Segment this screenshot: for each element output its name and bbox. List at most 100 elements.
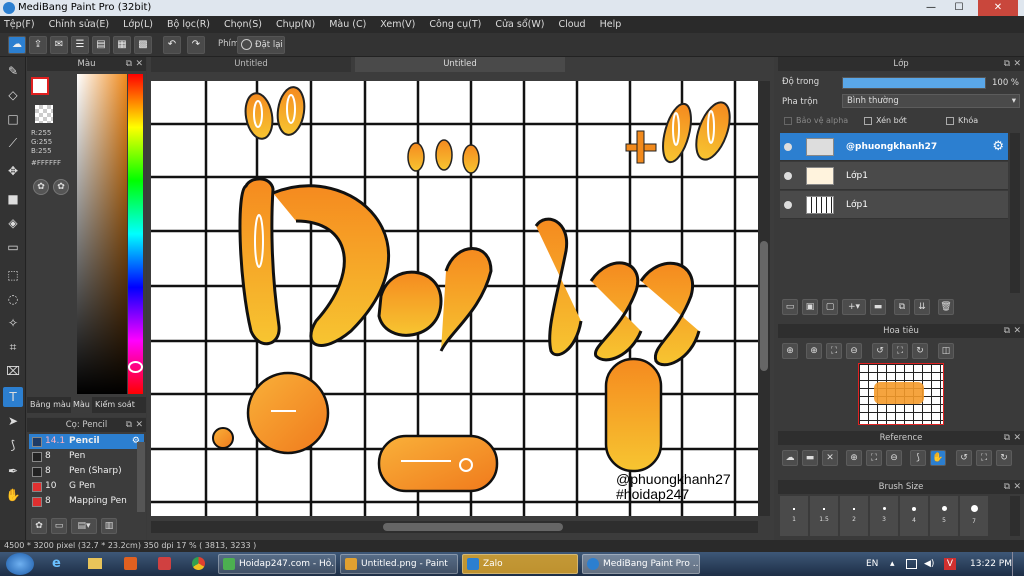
menu-view[interactable]: Xem(V) <box>380 16 415 33</box>
zoom-out-icon[interactable]: ⊖ <box>886 450 902 466</box>
close-reference-icon[interactable]: ✕ <box>822 450 838 466</box>
layer-row[interactable]: Lớp1 <box>780 162 1008 190</box>
select-eraser-tool-icon[interactable]: ⌧ <box>3 361 23 381</box>
show-desktop-button[interactable] <box>1012 552 1024 576</box>
eyedropper-icon[interactable]: ⟆ <box>910 450 926 466</box>
menu-tools[interactable]: Công cụ(T) <box>429 16 481 33</box>
cloud-open-icon[interactable]: ☁ <box>782 450 798 466</box>
menu-color[interactable]: Màu (C) <box>329 16 366 33</box>
close-panel-icon[interactable]: ✕ <box>1013 324 1021 338</box>
ie-icon[interactable]: e <box>52 556 61 571</box>
maximize-button[interactable]: ☐ <box>946 0 972 16</box>
gradient-tool-icon[interactable]: ▭ <box>3 237 23 257</box>
volume-icon[interactable]: ◀) <box>924 552 934 576</box>
blend-mode-select[interactable]: Bình thường ▾ <box>842 94 1020 108</box>
lock-checkbox[interactable] <box>946 117 954 125</box>
hue-slider-handle[interactable] <box>128 361 143 373</box>
zoom-in-icon[interactable]: ⊕ <box>846 450 862 466</box>
layer-row[interactable]: Lớp1 <box>780 191 1008 219</box>
menu-file[interactable]: Tệp(F) <box>4 16 35 33</box>
new-1bit-layer-icon[interactable]: ▢ <box>822 299 838 315</box>
brush-menu-icon[interactable]: ▤▾ <box>71 518 97 534</box>
undo-icon[interactable]: ↶ <box>163 36 181 54</box>
menu-layer[interactable]: Lớp(L) <box>123 16 153 33</box>
shape-tool-icon[interactable]: □ <box>3 109 23 129</box>
popout-icon[interactable]: ⧉ <box>1004 57 1010 71</box>
text-tool-icon[interactable]: T <box>3 387 23 407</box>
gear-icon[interactable]: ⚙ <box>992 139 1004 154</box>
fit-icon[interactable]: ⛶ <box>826 343 842 359</box>
protect-alpha-checkbox[interactable] <box>784 117 792 125</box>
redo-icon[interactable]: ↷ <box>187 36 205 54</box>
share-icon[interactable]: ⇪ <box>29 36 47 54</box>
document-icon[interactable]: ▤ <box>92 36 110 54</box>
duplicate-layer-icon[interactable]: ⧉ <box>894 299 910 315</box>
doc-tab-1[interactable]: Untitled <box>151 57 351 72</box>
brush-size-cell[interactable]: 4 <box>900 496 928 536</box>
popout-icon[interactable]: ⧉ <box>1004 324 1010 338</box>
close-panel-icon[interactable]: ✕ <box>135 57 143 71</box>
reset-view-icon[interactable]: ⛶ <box>892 343 908 359</box>
eraser-tool-icon[interactable]: ◇ <box>3 85 23 105</box>
reset-button[interactable]: Đặt lại <box>237 36 285 54</box>
hand-tool-icon[interactable]: ✋ <box>3 485 23 505</box>
brush-item[interactable]: 8 Mapping Pen <box>29 494 144 509</box>
folder-icon[interactable]: ▬ <box>870 299 886 315</box>
new-halftone-layer-icon[interactable]: ▣ <box>802 299 818 315</box>
task-paint[interactable]: Untitled.png - Paint <box>340 554 458 574</box>
brush-list-scrollbar[interactable] <box>137 442 145 512</box>
select-rect-tool-icon[interactable]: ⬚ <box>3 265 23 285</box>
chat-icon[interactable]: ☰ <box>71 36 89 54</box>
antivirus-icon[interactable]: V <box>944 558 956 570</box>
foreground-color-swatch[interactable] <box>31 77 49 95</box>
brush-size-scrollbar[interactable] <box>1010 496 1020 536</box>
hand-icon[interactable]: ✋ <box>930 450 946 466</box>
brush-item[interactable]: 8 Pen <box>29 449 144 464</box>
popout-icon[interactable]: ⧉ <box>1004 480 1010 494</box>
background-color-swatch[interactable] <box>35 105 53 123</box>
pen-tool-icon[interactable]: ✒ <box>3 461 23 481</box>
brush-add-icon[interactable]: ✿ <box>31 518 47 534</box>
close-panel-icon[interactable]: ✕ <box>135 418 143 432</box>
drawing-canvas[interactable]: @phuongkhanh27 #hoidap247 <box>151 81 758 516</box>
fit-icon[interactable]: ⛶ <box>866 450 882 466</box>
horizontal-scrollbar[interactable] <box>151 521 758 533</box>
cloud-icon[interactable]: ☁ <box>8 36 26 54</box>
delete-layer-icon[interactable]: 🗑 <box>938 299 954 315</box>
task-hoidap[interactable]: Hoidap247.com - Hỏ... <box>218 554 336 574</box>
operation-tool-icon[interactable]: ➤ <box>3 411 23 431</box>
close-panel-icon[interactable]: ✕ <box>1013 431 1021 445</box>
app-icon[interactable] <box>158 557 171 570</box>
task-medibang[interactable]: MediBang Paint Pro ... <box>582 554 700 574</box>
palette-add-icon[interactable]: ✿ <box>53 179 69 195</box>
media-icon[interactable] <box>124 557 137 570</box>
close-button[interactable]: ✕ <box>978 0 1018 16</box>
zoom-in-icon[interactable]: ⊕ <box>782 343 798 359</box>
fill-rect-tool-icon[interactable]: ■ <box>3 189 23 209</box>
merge-layer-icon[interactable]: ⇊ <box>914 299 930 315</box>
grid-list-icon[interactable]: ▦ <box>113 36 131 54</box>
flip-icon[interactable]: ◫ <box>938 343 954 359</box>
minimize-button[interactable]: — <box>918 0 944 16</box>
reset-view-icon[interactable]: ⛶ <box>976 450 992 466</box>
add-layer-menu-icon[interactable]: +▾ <box>842 299 866 315</box>
visibility-icon[interactable] <box>784 143 792 151</box>
line-tool-icon[interactable]: ⟋ <box>3 133 23 153</box>
start-button[interactable] <box>6 553 34 575</box>
explorer-icon[interactable] <box>88 558 102 569</box>
tab-palette[interactable]: Bảng màu <box>30 397 71 413</box>
hue-slider[interactable] <box>128 74 143 394</box>
brush-item[interactable]: 8 Pen (Sharp) <box>29 464 144 479</box>
vertical-scrollbar[interactable] <box>758 81 770 516</box>
brush-size-cell[interactable]: 1.5 <box>810 496 838 536</box>
brush-item[interactable]: 14.1 Pencil ⚙ <box>29 434 144 449</box>
visibility-icon[interactable] <box>784 172 792 180</box>
brush-tool-icon[interactable]: ✎ <box>3 61 23 81</box>
menu-filter[interactable]: Bộ lọc(R) <box>167 16 210 33</box>
brush-size-cell[interactable]: 2 <box>840 496 868 536</box>
menu-capture[interactable]: Chụp(N) <box>276 16 315 33</box>
popout-icon[interactable]: ⧉ <box>126 57 132 71</box>
rotate-left-icon[interactable]: ↺ <box>956 450 972 466</box>
opacity-slider[interactable] <box>842 77 986 89</box>
close-panel-icon[interactable]: ✕ <box>1013 480 1021 494</box>
